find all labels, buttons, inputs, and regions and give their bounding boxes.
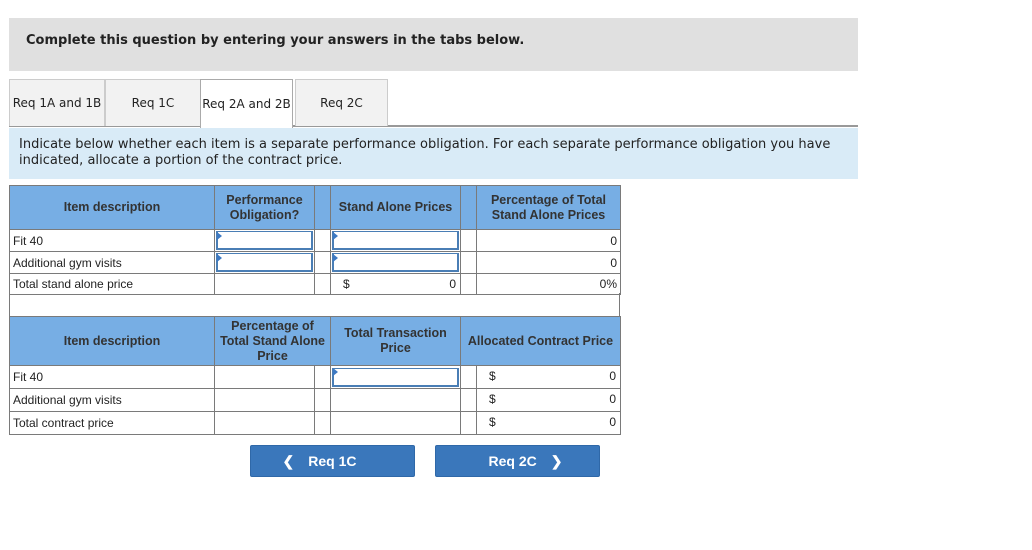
transaction-price-cell — [330, 365, 461, 389]
instruction-banner: Complete this question by entering your … — [9, 18, 858, 71]
tab-req-1a-1b[interactable]: Req 1A and 1B — [9, 79, 105, 126]
item-description: Fit 40 — [9, 365, 215, 389]
transaction-price-cell — [330, 388, 461, 412]
table-row: Fit 40 0 — [9, 229, 621, 252]
stand-alone-price-input[interactable] — [332, 231, 459, 250]
performance-obligation-input[interactable] — [216, 253, 313, 272]
header-spacer — [314, 185, 331, 230]
tab-req-2a-2b[interactable]: Req 2A and 2B — [200, 79, 293, 128]
header-item-description: Item description — [9, 316, 215, 366]
currency-symbol: $ — [343, 277, 350, 291]
item-description: Additional gym visits — [9, 388, 215, 412]
chevron-right-icon: ❯ — [550, 452, 563, 469]
percentage-cell — [214, 388, 315, 412]
currency-symbol: $ — [489, 392, 496, 406]
spacer-cell — [460, 273, 477, 295]
total-stand-alone-value: 0 — [449, 277, 456, 291]
table-row: Fit 40 $ 0 — [9, 365, 621, 389]
header-performance-obligation: Performance Obligation? — [214, 185, 315, 230]
instruction-text: Complete this question by entering your … — [26, 33, 525, 48]
prev-button-label: Req 1C — [308, 453, 357, 469]
chevron-left-icon: ❮ — [282, 452, 295, 469]
percentage-value: 0 — [476, 251, 621, 274]
header-total-transaction-price: Total Transaction Price — [330, 316, 461, 366]
table-row: Additional gym visits 0 — [9, 251, 621, 274]
percentage-value: 0 — [476, 229, 621, 252]
header-item-description: Item description — [9, 185, 215, 230]
stand-alone-price-table: Item description Performance Obligation?… — [9, 185, 621, 295]
spacer-cell — [460, 229, 477, 252]
percentage-cell — [214, 365, 315, 389]
spacer-cell — [314, 388, 331, 412]
total-label: Total contract price — [9, 411, 215, 435]
spacer-cell — [460, 388, 477, 412]
empty-cell — [330, 411, 461, 435]
performance-obligation-cell — [214, 229, 315, 252]
currency-symbol: $ — [489, 369, 496, 383]
spacer-cell — [314, 251, 331, 274]
total-row: Total stand alone price $ 0 0% — [9, 273, 621, 295]
tab-bar: Req 1A and 1B Req 1C Req 2A and 2B Req 2… — [9, 79, 858, 128]
spacer-cell — [314, 273, 331, 295]
header-percentage-total: Percentage of Total Stand Alone Price — [214, 316, 331, 366]
spacer-cell — [314, 229, 331, 252]
allocation-table: Item description Percentage of Total Sta… — [9, 316, 621, 435]
performance-obligation-cell — [214, 251, 315, 274]
table-header-row: Item description Percentage of Total Sta… — [9, 316, 621, 366]
tab-req-2c[interactable]: Req 2C — [295, 79, 388, 126]
allocated-price: $ 0 — [476, 388, 621, 412]
allocated-value: 0 — [609, 369, 616, 383]
header-spacer — [460, 185, 477, 230]
empty-cell — [214, 411, 315, 435]
next-button-label: Req 2C — [488, 453, 537, 469]
header-stand-alone-prices: Stand Alone Prices — [330, 185, 461, 230]
header-percentage-total: Percentage of Total Stand Alone Prices — [476, 185, 621, 230]
table-gap — [9, 293, 620, 317]
spacer-cell — [460, 411, 477, 435]
total-label: Total stand alone price — [9, 273, 215, 295]
question-description: Indicate below whether each item is a se… — [9, 128, 858, 179]
prev-req-1c-button[interactable]: ❮ Req 1C — [250, 445, 415, 477]
total-percentage: 0% — [476, 273, 621, 295]
stand-alone-price-cell — [330, 229, 461, 252]
spacer-cell — [460, 251, 477, 274]
transaction-price-input[interactable] — [332, 367, 459, 387]
tab-req-1c[interactable]: Req 1C — [105, 79, 201, 126]
spacer-cell — [460, 365, 477, 389]
spacer-cell — [314, 365, 331, 389]
allocated-price: $ 0 — [476, 365, 621, 389]
total-row: Total contract price $ 0 — [9, 411, 621, 435]
item-description: Additional gym visits — [9, 251, 215, 274]
header-allocated-contract-price: Allocated Contract Price — [460, 316, 621, 366]
table-row: Additional gym visits $ 0 — [9, 388, 621, 412]
performance-obligation-input[interactable] — [216, 231, 313, 250]
stand-alone-price-input[interactable] — [332, 253, 459, 272]
total-allocated-price: $ 0 — [476, 411, 621, 435]
total-stand-alone-price: $ 0 — [330, 273, 461, 295]
table-header-row: Item description Performance Obligation?… — [9, 185, 621, 230]
item-description: Fit 40 — [9, 229, 215, 252]
stand-alone-price-cell — [330, 251, 461, 274]
spacer-cell — [314, 411, 331, 435]
total-allocated-value: 0 — [609, 415, 616, 429]
next-req-2c-button[interactable]: Req 2C ❯ — [435, 445, 600, 477]
allocated-value: 0 — [609, 392, 616, 406]
empty-cell — [214, 273, 315, 295]
currency-symbol: $ — [489, 415, 496, 429]
